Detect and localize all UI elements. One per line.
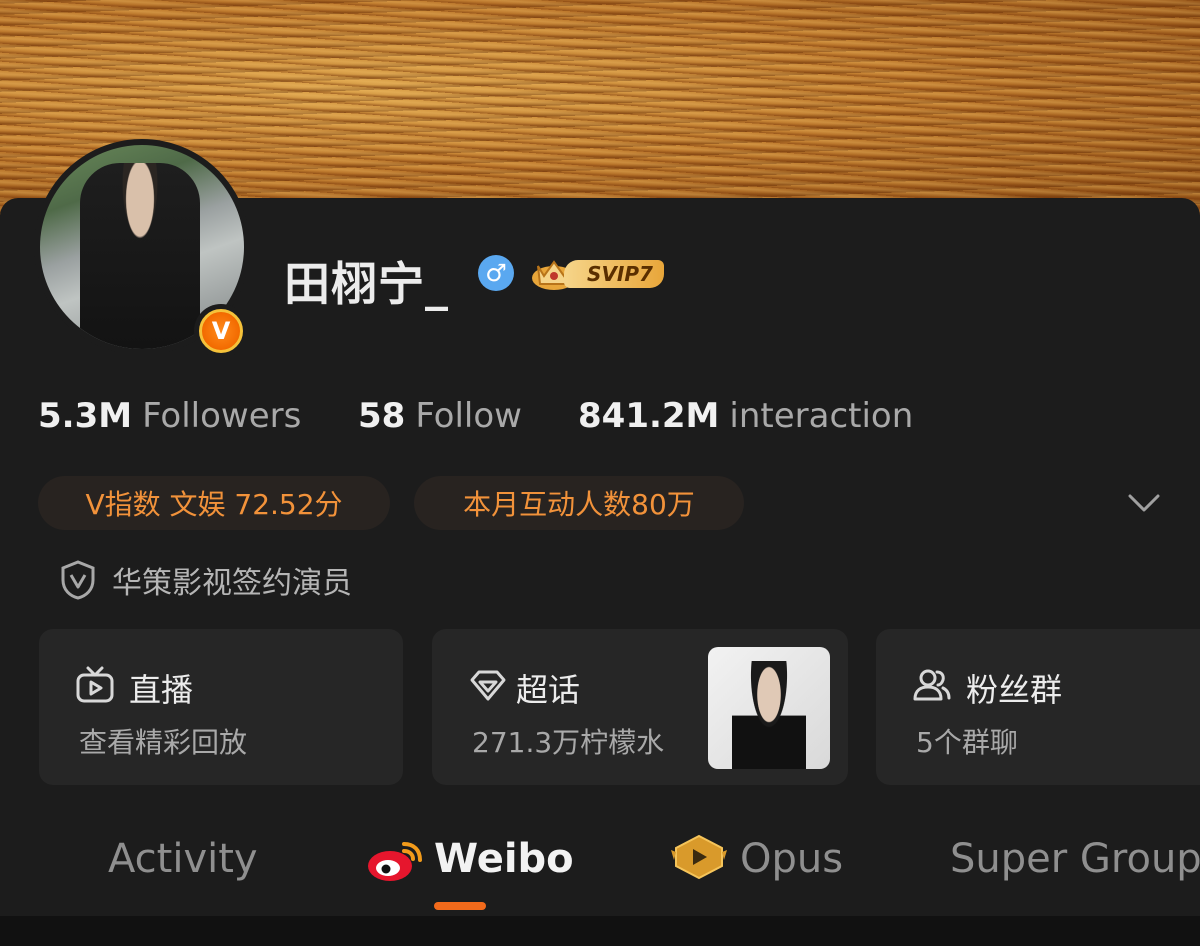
shield-icon bbox=[61, 560, 95, 600]
v-index-pill[interactable]: V指数 文娱 72.52分 bbox=[38, 476, 390, 530]
interaction-label: interaction bbox=[729, 396, 914, 436]
tv-icon bbox=[76, 666, 114, 703]
thumbnail-person bbox=[732, 661, 806, 769]
live-tile[interactable]: 直播 查看精彩回放 bbox=[39, 629, 403, 785]
fan-group-subtitle: 5个群聊 bbox=[916, 726, 1018, 759]
verification-row: 华策影视签约演员 bbox=[60, 558, 352, 602]
svip-label: SVIP7 bbox=[564, 260, 664, 288]
fan-group-tile[interactable]: 粉丝群 5个群聊 bbox=[876, 629, 1200, 785]
verified-badge: V bbox=[194, 304, 248, 358]
opus-icon bbox=[671, 834, 727, 880]
profile-name: 田栩宁_ bbox=[284, 257, 449, 311]
followers-stat[interactable]: 5.3M Followers bbox=[38, 396, 301, 436]
verification-text: 华策影视签约演员 bbox=[112, 566, 352, 601]
people-icon bbox=[913, 669, 951, 701]
monthly-interaction-pill[interactable]: 本月互动人数80万 bbox=[414, 476, 744, 530]
follow-label: Follow bbox=[415, 396, 522, 436]
interaction-stat[interactable]: 841.2M interaction bbox=[578, 396, 913, 436]
super-topic-thumbnail bbox=[708, 647, 830, 769]
follow-count: 58 bbox=[358, 396, 406, 436]
live-title: 直播 bbox=[129, 671, 194, 709]
tab-activity[interactable]: Activity bbox=[108, 836, 258, 882]
tab-opus[interactable]: Opus bbox=[740, 836, 843, 882]
followers-label: Followers bbox=[142, 396, 302, 436]
super-topic-subtitle: 271.3万柠檬水 bbox=[472, 726, 665, 759]
svip-badge[interactable]: SVIP7 bbox=[530, 256, 668, 292]
followers-count: 5.3M bbox=[38, 396, 133, 436]
content-divider bbox=[0, 916, 1200, 946]
follow-stat[interactable]: 58 Follow bbox=[358, 396, 522, 436]
weibo-logo-icon bbox=[368, 842, 422, 881]
profile-tabs: Activity Weibo Opus Super Group bbox=[0, 826, 1200, 916]
interaction-count: 841.2M bbox=[578, 396, 720, 436]
tab-weibo[interactable]: Weibo bbox=[434, 836, 574, 882]
super-topic-title: 超话 bbox=[516, 671, 581, 709]
fan-group-title: 粉丝群 bbox=[966, 671, 1063, 709]
chevron-down-icon[interactable] bbox=[1126, 488, 1162, 516]
tab-super-group[interactable]: Super Group bbox=[950, 836, 1200, 882]
active-tab-indicator bbox=[434, 902, 486, 910]
live-subtitle: 查看精彩回放 bbox=[79, 726, 248, 759]
avatar-person bbox=[80, 163, 200, 349]
super-topic-tile[interactable]: 超话 271.3万柠檬水 bbox=[432, 629, 848, 785]
verified-v-icon: V bbox=[199, 309, 243, 353]
male-gender-icon: ♂ bbox=[478, 255, 514, 291]
diamond-icon bbox=[470, 670, 506, 701]
